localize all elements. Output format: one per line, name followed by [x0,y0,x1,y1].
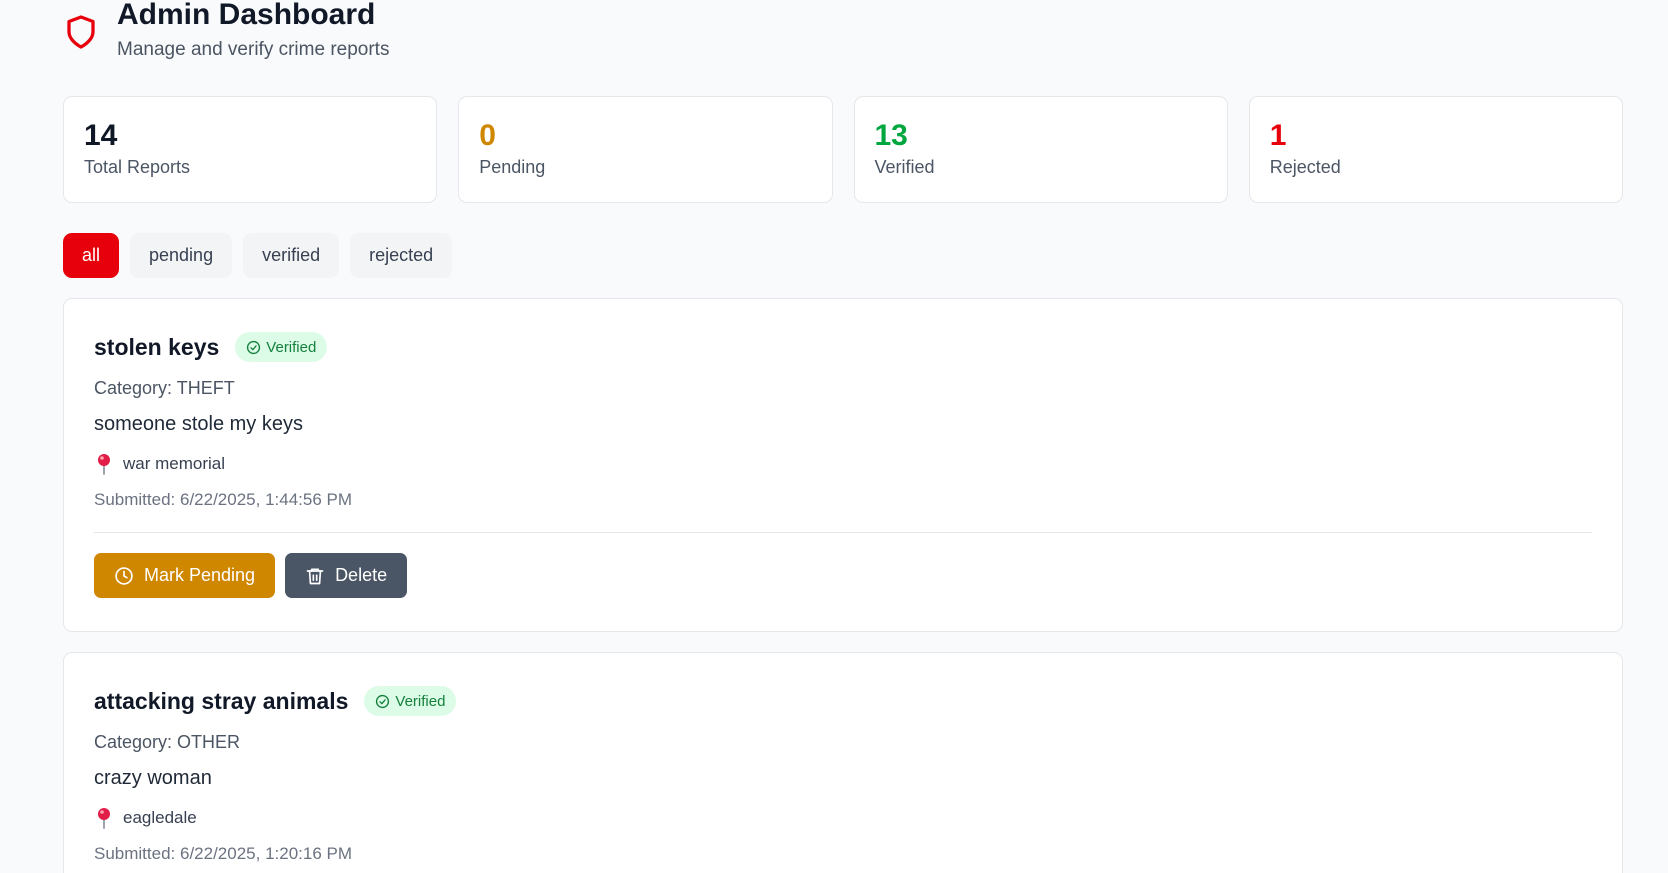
status-badge-label: Verified [395,692,446,710]
clock-icon [115,566,133,585]
stats-row: 14 Total Reports 0 Pending 13 Verified 1… [63,96,1623,203]
report-category: Category: THEFT [94,378,235,398]
report-title-row: stolen keys Verified [94,331,1592,363]
stat-card-pending: 0 Pending [458,96,833,203]
stat-value-verified: 13 [874,119,908,152]
stat-label-total: Total Reports [84,157,191,177]
divider [94,532,1592,533]
report-submitted: Submitted: 6/22/2025, 1:20:16 PM [94,844,353,863]
header-titles: Admin Dashboard Manage and verify crime … [117,0,389,61]
report-category: Category: OTHER [94,732,241,752]
filter-all-button[interactable]: all [63,233,120,278]
report-card: stolen keys Verified Category: THEFT som… [63,298,1623,632]
page-title: Admin Dashboard [117,0,376,31]
report-location: eagledale [94,807,1592,829]
delete-label: Delete [335,565,388,585]
pushpin-icon [98,454,110,475]
status-badge: Verified [364,686,457,716]
report-title-row: attacking stray animals Verified [94,685,1592,717]
stat-label-rejected: Rejected [1269,157,1341,177]
report-submitted: Submitted: 6/22/2025, 1:44:56 PM [94,490,353,509]
report-location: war memorial [94,453,1592,475]
stat-card-total: 14 Total Reports [63,96,438,203]
admin-dashboard-page: Admin Dashboard Manage and verify crime … [0,0,1668,873]
stat-card-verified: 13 Verified [853,96,1228,203]
page-subtitle: Manage and verify crime reports [117,39,390,60]
stat-value-total: 14 [84,119,118,152]
filter-pending-button[interactable]: pending [130,233,233,278]
status-badge: Verified [235,332,328,362]
stat-value-rejected: 1 [1269,119,1287,152]
report-location-text: eagledale [123,808,197,827]
filter-verified-button[interactable]: verified [243,233,340,278]
report-description: crazy woman [94,767,212,789]
trash-icon [306,568,324,584]
report-card: attacking stray animals Verified Categor… [63,652,1623,873]
filter-rejected-button[interactable]: rejected [350,233,453,278]
stat-label-verified: Verified [874,157,935,177]
pushpin-icon [98,808,110,829]
check-circle-icon [376,694,390,708]
delete-button[interactable]: Delete [285,553,408,598]
shield-icon [67,15,95,49]
report-description: someone stole my keys [94,413,303,435]
report-title: attacking stray animals [94,687,349,714]
mark-pending-label: Mark Pending [144,565,256,585]
status-filter-tabs: all pending verified rejected [63,233,453,278]
stat-card-rejected: 1 Rejected [1248,96,1623,203]
mark-pending-button[interactable]: Mark Pending [94,553,276,598]
stat-label-pending: Pending [479,157,546,177]
status-badge-label: Verified [266,338,317,356]
page-header: Admin Dashboard Manage and verify crime … [63,0,389,61]
report-title: stolen keys [94,333,220,360]
stat-value-pending: 0 [479,119,496,152]
report-actions: Mark Pending Delete [94,553,1592,598]
report-location-text: war memorial [123,454,226,473]
check-circle-icon [247,340,261,354]
